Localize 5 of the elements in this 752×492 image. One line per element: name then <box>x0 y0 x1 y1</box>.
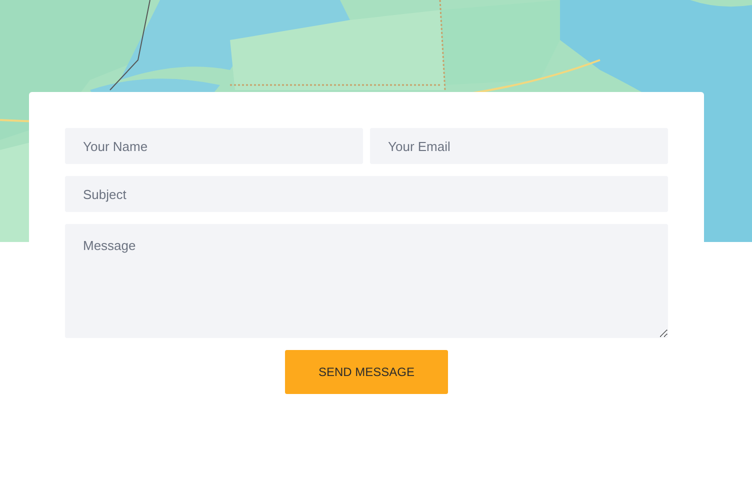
send-message-button[interactable]: SEND MESSAGE <box>285 350 448 394</box>
subject-field[interactable]: Subject <box>65 176 668 212</box>
email-field[interactable]: Your Email <box>370 128 668 164</box>
name-field[interactable]: Your Name <box>65 128 363 164</box>
message-field[interactable]: Message <box>65 224 668 338</box>
